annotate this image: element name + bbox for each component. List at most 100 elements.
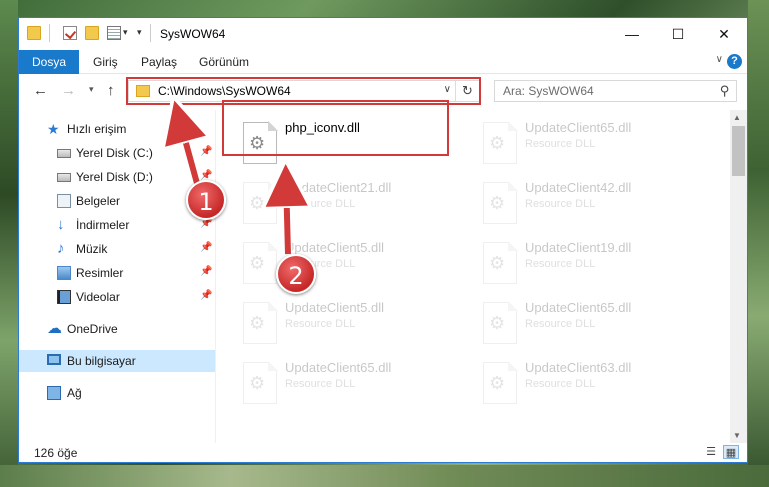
disk-icon xyxy=(57,149,71,158)
pin-icon[interactable]: 📌 xyxy=(200,146,212,157)
dll-file-icon: ⚙ xyxy=(483,361,518,404)
desktop-wallpaper-right xyxy=(748,0,769,487)
dll-file-icon: ⚙ xyxy=(243,361,278,404)
pin-icon[interactable]: 📌 xyxy=(200,290,212,301)
maximize-button[interactable]: ☐ xyxy=(655,18,701,50)
scroll-down-icon[interactable]: ▼ xyxy=(733,431,741,440)
file-item[interactable]: ⚙ UpdateClient65.dll Resource DLL xyxy=(475,296,705,352)
file-item[interactable]: ⚙ UpdateClient21.dll Resource DLL xyxy=(235,176,465,232)
sidebar-item-downloads[interactable]: ↓ İndirmeler 📌 xyxy=(19,214,215,236)
expand-ribbon-icon[interactable]: ∨ xyxy=(716,54,723,65)
file-highlight xyxy=(222,100,449,156)
file-name: UpdateClient65.dll xyxy=(285,360,392,375)
sidebar-item-quick-access[interactable]: ★ Hızlı erişim xyxy=(19,118,215,140)
computer-icon xyxy=(47,354,61,365)
details-view-icon[interactable]: ☰ xyxy=(703,445,719,459)
file-name: UpdateClient65.dll xyxy=(525,120,632,135)
back-arrow-icon[interactable]: ← xyxy=(33,82,48,99)
customize-toolbar-icon[interactable]: ▾ xyxy=(137,27,142,38)
file-name: UpdateClient5.dll xyxy=(285,300,385,315)
tiles-view-icon[interactable]: ▦ xyxy=(723,445,739,459)
sidebar-item-label: Hızlı erişim xyxy=(67,122,127,136)
divider xyxy=(49,24,50,42)
search-box[interactable]: Ara: SysWOW64 ⚲ xyxy=(494,80,737,102)
videos-icon xyxy=(57,290,71,304)
sidebar-item-label: Belgeler xyxy=(76,194,121,208)
new-folder-icon[interactable] xyxy=(85,26,99,40)
desktop-wallpaper-bottom xyxy=(0,465,769,487)
chevron-down-icon[interactable]: ▾ xyxy=(123,27,128,38)
sidebar-item-label: OneDrive xyxy=(67,322,118,336)
file-item[interactable]: ⚙ UpdateClient5.dll Resource DLL xyxy=(235,296,465,352)
tab-view[interactable]: Görünüm xyxy=(199,55,249,69)
file-item[interactable]: ⚙ UpdateClient65.dll Resource DLL xyxy=(235,356,465,412)
file-name: UpdateClient19.dll xyxy=(525,240,632,255)
close-button[interactable]: ✕ xyxy=(701,18,747,50)
dll-file-icon: ⚙ xyxy=(243,301,278,344)
sidebar-item-videos[interactable]: Videolar 📌 xyxy=(19,286,215,308)
sidebar-item-network[interactable]: Ağ xyxy=(19,382,215,404)
file-name: UpdateClient21.dll xyxy=(285,180,392,195)
dll-file-icon: ⚙ xyxy=(483,301,518,344)
pictures-icon xyxy=(57,266,71,280)
forward-arrow-icon[interactable]: → xyxy=(61,82,76,99)
properties-icon[interactable] xyxy=(107,26,121,40)
desktop-wallpaper-left xyxy=(0,0,18,487)
step-1-badge: 1 xyxy=(186,180,226,220)
help-icon[interactable]: ? xyxy=(727,54,742,69)
file-type: Resource DLL xyxy=(525,318,596,330)
music-icon: ♪ xyxy=(57,240,65,257)
title-bar: ▾ ▾ SysWOW64 — ☐ ✕ xyxy=(19,18,747,50)
sidebar-item-label: Ağ xyxy=(67,386,82,400)
vertical-scrollbar[interactable]: ▲ ▼ xyxy=(730,110,747,443)
file-type: Resource DLL xyxy=(285,318,356,330)
sidebar-item-disk-d[interactable]: Yerel Disk (D:) 📌 xyxy=(19,166,215,188)
documents-icon xyxy=(57,194,71,208)
file-name: UpdateClient42.dll xyxy=(525,180,632,195)
dll-file-icon: ⚙ xyxy=(243,241,278,284)
tab-home[interactable]: Giriş xyxy=(93,55,118,69)
pin-icon[interactable]: 📌 xyxy=(200,266,212,277)
sidebar-item-label: Yerel Disk (D:) xyxy=(76,170,153,184)
dll-file-icon: ⚙ xyxy=(483,241,518,284)
recent-locations-icon[interactable]: ▾ xyxy=(89,84,94,95)
up-arrow-icon[interactable]: ↑ xyxy=(107,82,115,99)
scrollbar-thumb[interactable] xyxy=(732,126,745,176)
file-item[interactable]: ⚙ UpdateClient63.dll Resource DLL xyxy=(475,356,705,412)
tab-share[interactable]: Paylaş xyxy=(141,55,177,69)
file-name: UpdateClient65.dll xyxy=(525,300,632,315)
file-item[interactable]: ⚙ UpdateClient5.dll Resource DLL xyxy=(235,236,465,292)
status-bar: 126 öğe ☰ ▦ xyxy=(19,443,747,462)
disk-icon xyxy=(57,173,71,182)
search-placeholder[interactable]: Ara: SysWOW64 xyxy=(503,84,594,98)
tab-file[interactable]: Dosya xyxy=(19,50,79,74)
file-item[interactable]: ⚙ UpdateClient42.dll Resource DLL xyxy=(475,176,705,232)
file-type: Resource DLL xyxy=(285,378,356,390)
star-icon: ★ xyxy=(47,121,60,137)
search-icon[interactable]: ⚲ xyxy=(720,83,730,99)
file-type: Resource DLL xyxy=(285,198,356,210)
dll-file-icon: ⚙ xyxy=(243,181,278,224)
sidebar-item-label: Yerel Disk (C:) xyxy=(76,146,153,160)
sidebar-item-music[interactable]: ♪ Müzik 📌 xyxy=(19,238,215,260)
sidebar-item-disk-c[interactable]: Yerel Disk (C:) 📌 xyxy=(19,142,215,164)
properties-check-icon[interactable] xyxy=(63,26,77,40)
divider xyxy=(150,24,151,42)
file-item[interactable]: ⚙ UpdateClient19.dll Resource DLL xyxy=(475,236,705,292)
sidebar-item-pictures[interactable]: Resimler 📌 xyxy=(19,262,215,284)
sidebar-item-label: Videolar xyxy=(76,290,120,304)
file-item[interactable]: ⚙ UpdateClient65.dll Resource DLL xyxy=(475,116,705,172)
folder-icon xyxy=(27,26,41,40)
sidebar-item-this-pc[interactable]: Bu bilgisayar xyxy=(19,350,215,372)
sidebar-item-onedrive[interactable]: ☁ OneDrive xyxy=(19,318,215,340)
navigation-pane: ★ Hızlı erişim Yerel Disk (C:) 📌 Yerel D… xyxy=(19,110,216,443)
sidebar-item-label: Bu bilgisayar xyxy=(67,354,136,368)
pin-icon[interactable]: 📌 xyxy=(200,242,212,253)
network-icon xyxy=(47,386,61,400)
file-name: UpdateClient63.dll xyxy=(525,360,632,375)
minimize-button[interactable]: — xyxy=(609,18,655,50)
ribbon-tabs: Dosya Giriş Paylaş Görünüm ∨ ? xyxy=(19,50,747,74)
file-type: Resource DLL xyxy=(525,198,596,210)
window-title: SysWOW64 xyxy=(160,27,226,41)
scroll-up-icon[interactable]: ▲ xyxy=(733,113,741,122)
